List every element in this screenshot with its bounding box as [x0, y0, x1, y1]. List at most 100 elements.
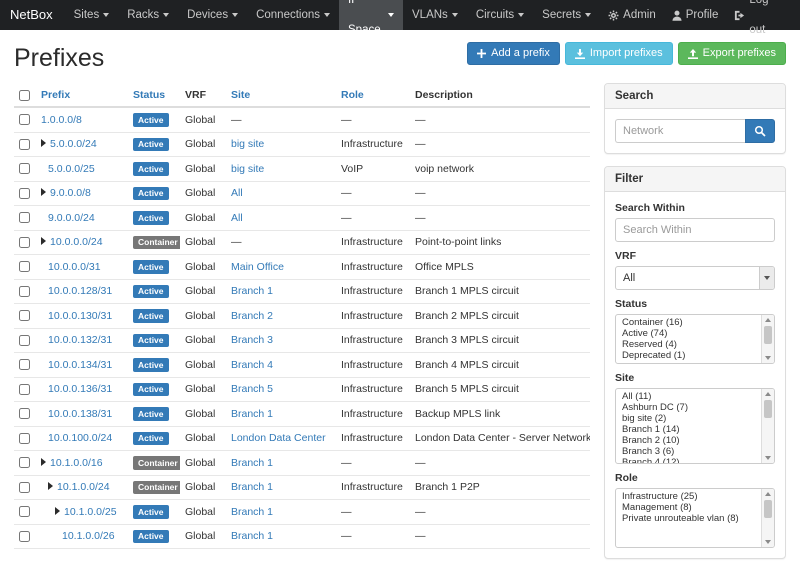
role-cell: Infrastructure [336, 255, 410, 280]
description-cell: — [410, 500, 590, 525]
prefix-link[interactable]: 9.0.0.0/8 [50, 187, 91, 199]
site-link[interactable]: London Data Center [231, 432, 326, 444]
site-link[interactable]: big site [231, 138, 264, 150]
nav-item-admin[interactable]: Admin [600, 0, 664, 30]
row-checkbox[interactable] [19, 457, 30, 468]
site-link[interactable]: Branch 1 [231, 530, 273, 542]
search-input[interactable] [615, 119, 745, 143]
row-checkbox[interactable] [19, 359, 30, 370]
nav-item-profile[interactable]: Profile [664, 0, 727, 30]
prefix-link[interactable]: 10.0.0.0/24 [50, 236, 103, 248]
listbox-option[interactable]: Infrastructure (25) [616, 491, 759, 502]
listbox-option[interactable]: Management (8) [616, 502, 759, 513]
row-checkbox[interactable] [19, 408, 30, 419]
site-link[interactable]: All [231, 212, 243, 224]
filter-listbox-site[interactable]: All (11)Ashburn DC (7)big site (2)Branch… [615, 388, 775, 464]
search-button[interactable] [745, 119, 775, 143]
prefix-link[interactable]: 10.0.0.128/31 [48, 285, 112, 297]
site-link[interactable]: Branch 3 [231, 334, 273, 346]
prefix-link[interactable]: 5.0.0.0/25 [48, 163, 95, 175]
row-checkbox[interactable] [19, 531, 30, 542]
prefix-link[interactable]: 5.0.0.0/24 [50, 138, 97, 150]
site-link[interactable]: All [231, 187, 243, 199]
chevron-down-icon [518, 13, 524, 17]
row-checkbox[interactable] [19, 188, 30, 199]
scrollbar[interactable] [761, 315, 774, 363]
listbox-option[interactable]: Branch 3 (6) [616, 446, 759, 457]
prefix-link[interactable]: 10.0.100.0/24 [48, 432, 112, 444]
listbox-option[interactable]: Ashburn DC (7) [616, 402, 759, 413]
prefix-link[interactable]: 10.1.0.0/24 [57, 481, 110, 493]
listbox-option[interactable]: Branch 1 (14) [616, 424, 759, 435]
scrollbar[interactable] [761, 489, 774, 547]
row-checkbox[interactable] [19, 506, 30, 517]
prefix-link[interactable]: 10.1.0.0/16 [50, 457, 103, 469]
nav-item-circuits[interactable]: Circuits [467, 0, 533, 30]
row-checkbox[interactable] [19, 163, 30, 174]
import-prefixes-button[interactable]: Import prefixes [565, 42, 673, 65]
column-header-prefix[interactable]: Prefix [36, 83, 128, 107]
prefix-link[interactable]: 1.0.0.0/8 [41, 114, 82, 126]
nav-item-devices[interactable]: Devices [178, 0, 247, 30]
nav-item-vlans[interactable]: VLANs [403, 0, 467, 30]
nav-item-secrets[interactable]: Secrets [533, 0, 600, 30]
app-logo[interactable]: NetBox [0, 0, 65, 30]
row-checkbox[interactable] [19, 286, 30, 297]
prefix-link[interactable]: 10.1.0.0/26 [62, 530, 115, 542]
listbox-option[interactable]: Branch 2 (10) [616, 435, 759, 446]
add-a-prefix-button[interactable]: Add a prefix [467, 42, 560, 65]
row-checkbox[interactable] [19, 335, 30, 346]
site-link[interactable]: Main Office [231, 261, 284, 273]
prefix-link[interactable]: 10.0.0.138/31 [48, 408, 112, 420]
site-link[interactable]: Branch 1 [231, 506, 273, 518]
prefix-link[interactable]: 10.0.0.130/31 [48, 310, 112, 322]
prefix-link[interactable]: 10.1.0.0/25 [64, 506, 117, 518]
nav-item-log-out[interactable]: Log out [726, 0, 792, 45]
plus-icon [477, 49, 486, 58]
select-all-checkbox[interactable] [19, 90, 30, 101]
filter-listbox-status[interactable]: Container (16)Active (74)Reserved (4)Dep… [615, 314, 775, 364]
export-prefixes-button[interactable]: Export prefixes [678, 42, 786, 65]
site-link[interactable]: Branch 4 [231, 359, 273, 371]
prefix-link[interactable]: 10.0.0.134/31 [48, 359, 112, 371]
listbox-option[interactable]: big site (2) [616, 413, 759, 424]
site-link[interactable]: Branch 1 [231, 481, 273, 493]
prefix-link[interactable]: 10.0.0.132/31 [48, 334, 112, 346]
site-link[interactable]: Branch 1 [231, 457, 273, 469]
column-header-site[interactable]: Site [226, 83, 336, 107]
site-link[interactable]: Branch 2 [231, 310, 273, 322]
scrollbar[interactable] [761, 389, 774, 463]
site-link[interactable]: big site [231, 163, 264, 175]
listbox-option[interactable]: All (11) [616, 391, 759, 402]
nav-item-racks[interactable]: Racks [118, 0, 178, 30]
row-checkbox[interactable] [19, 433, 30, 444]
filter-listbox-role[interactable]: Infrastructure (25)Management (8)Private… [615, 488, 775, 548]
site-link[interactable]: Branch 1 [231, 285, 273, 297]
prefix-link[interactable]: 9.0.0.0/24 [48, 212, 95, 224]
filter-input-search-within[interactable] [615, 218, 775, 242]
row-checkbox[interactable] [19, 310, 30, 321]
row-checkbox[interactable] [19, 114, 30, 125]
row-checkbox[interactable] [19, 384, 30, 395]
nav-item-sites[interactable]: Sites [65, 0, 119, 30]
prefix-link[interactable]: 10.0.0.0/31 [48, 261, 101, 273]
column-header-status[interactable]: Status [128, 83, 180, 107]
column-header-role[interactable]: Role [336, 83, 410, 107]
listbox-option[interactable]: Reserved (4) [616, 339, 759, 350]
row-checkbox[interactable] [19, 139, 30, 150]
prefix-link[interactable]: 10.0.0.136/31 [48, 383, 112, 395]
listbox-option[interactable]: Private unrouteable vlan (8) [616, 513, 759, 524]
listbox-option[interactable]: Deprecated (1) [616, 350, 759, 361]
row-checkbox[interactable] [19, 212, 30, 223]
row-checkbox[interactable] [19, 237, 30, 248]
listbox-option[interactable]: Active (74) [616, 328, 759, 339]
row-checkbox[interactable] [19, 482, 30, 493]
nav-item-ip-space[interactable]: IP Space [339, 0, 403, 30]
listbox-option[interactable]: Branch 4 (12) [616, 457, 759, 464]
listbox-option[interactable]: Container (16) [616, 317, 759, 328]
site-link[interactable]: Branch 1 [231, 408, 273, 420]
nav-item-connections[interactable]: Connections [247, 0, 339, 30]
row-checkbox[interactable] [19, 261, 30, 272]
site-link[interactable]: Branch 5 [231, 383, 273, 395]
filter-select-vrf[interactable]: All [615, 266, 775, 290]
